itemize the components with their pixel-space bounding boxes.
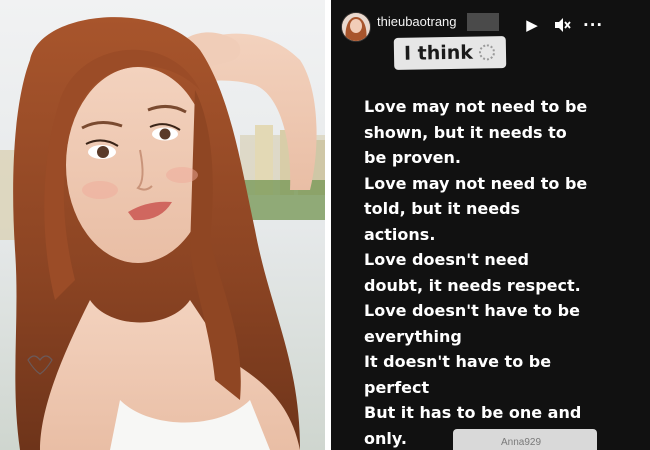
quote-line: It doesn't have to be [364,352,552,371]
avatar[interactable] [341,12,371,42]
redacted-label [467,13,499,31]
thinking-emoji-icon [478,44,496,61]
play-icon[interactable]: ▶ [523,16,541,34]
reply-box[interactable]: Anna929 [453,429,597,450]
story-quote: Love may not need to be shown, but it ne… [364,94,644,450]
instagram-story: thieubaotrang ▶ ··· I think Love may not… [331,0,650,450]
quote-line: actions. [364,224,436,244]
speaker-muted-glyph [555,18,571,32]
quote-line: doubt, it needs respect. [364,275,581,295]
quote-line: Love may not need to be [364,97,588,116]
quote-line: Love doesn't have to be [364,301,580,320]
quote-line: told, but it needs [364,199,521,218]
sticker-text: I think [403,41,474,65]
reply-text: Anna929 [501,437,542,448]
i-think-sticker: I think [393,36,507,70]
quote-line: Love doesn't need [364,250,529,269]
quote-line: be proven. [364,148,461,167]
more-dots-icon[interactable]: ··· [583,16,602,34]
quote-line: shown, but it needs to [364,122,567,142]
quote-line: But it has to be one and [364,403,582,422]
selfie-photo [0,0,325,450]
quote-line: perfect [364,377,430,397]
avatar-image [342,13,370,41]
speaker-muted-icon[interactable] [553,16,571,34]
story-username[interactable]: thieubaotrang [377,14,457,29]
quote-line: Love may not need to be [364,173,588,193]
quote-line: everything [364,326,462,346]
selfie-illustration [0,0,325,450]
